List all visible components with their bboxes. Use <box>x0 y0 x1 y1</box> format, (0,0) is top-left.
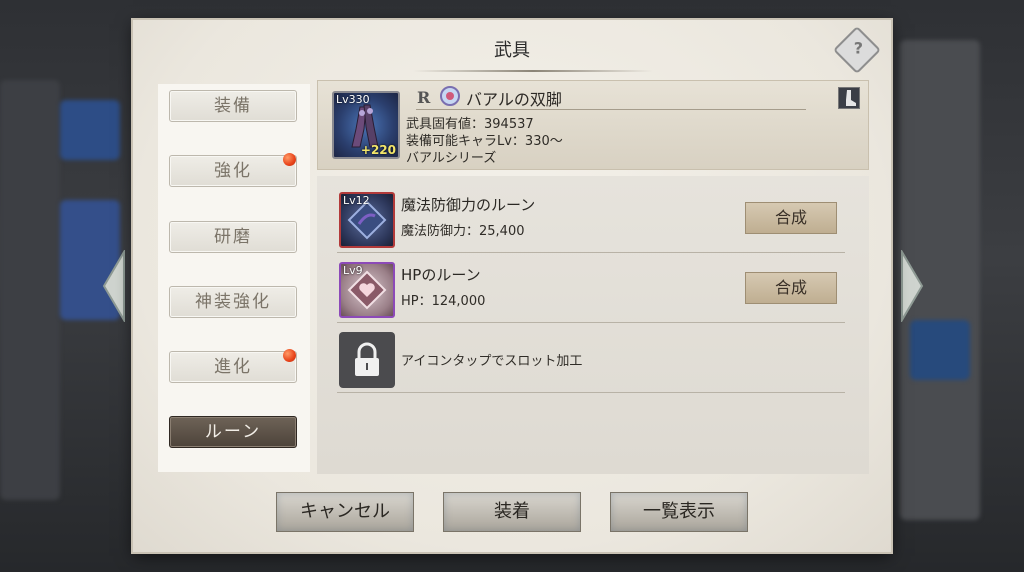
weapon-name: バアルの双脚 <box>466 90 562 109</box>
weapon-dialog: 武具 ? 装備 強化 研磨 神装強化 進化 ルーン Lv330 +220 R バ… <box>133 20 891 552</box>
rune-name: 魔法防御力のルーン <box>401 196 536 214</box>
boot-icon <box>838 87 860 109</box>
tab-divine-enhance[interactable]: 神装強化 <box>169 286 297 318</box>
rarity-label: R <box>417 88 431 107</box>
rune-slot: Lv9 HPのルーン HP：124,000 合成 <box>337 260 845 323</box>
locked-rune-slot[interactable]: アイコンタップでスロット加工 <box>337 330 845 393</box>
tab-rune[interactable]: ルーン <box>169 416 297 448</box>
next-arrow[interactable] <box>900 248 924 324</box>
help-icon: ? <box>853 38 864 58</box>
tab-equip[interactable]: 装備 <box>169 90 297 122</box>
background-card-right <box>910 320 970 380</box>
hp-rune-icon[interactable]: Lv9 <box>339 262 395 318</box>
tab-enhance[interactable]: 強化 <box>169 155 297 187</box>
help-button[interactable]: ? <box>832 25 882 75</box>
cancel-button[interactable]: キャンセル <box>276 492 414 532</box>
locked-slot-hint: アイコンタップでスロット加工 <box>401 354 583 369</box>
magic-defense-rune-icon[interactable]: Lv12 <box>339 192 395 248</box>
rune-stat: HP：124,000 <box>401 294 486 309</box>
rune-stat: 魔法防御力：25,400 <box>401 224 525 239</box>
tab-polish[interactable]: 研磨 <box>169 221 297 253</box>
rune-level: Lv9 <box>343 264 363 277</box>
previous-arrow[interactable] <box>102 248 126 324</box>
weapon-level: Lv330 <box>336 93 370 106</box>
element-orb-icon <box>440 86 460 106</box>
weapon-thumbnail[interactable]: Lv330 +220 <box>332 91 400 159</box>
weapon-series: バアルシリーズ <box>406 151 497 166</box>
list-view-button[interactable]: 一覧表示 <box>610 492 748 532</box>
combine-button[interactable]: 合成 <box>745 272 837 304</box>
dialog-title: 武具 <box>494 40 530 61</box>
weapon-plus: +220 <box>360 143 396 157</box>
background-panel-left <box>0 80 60 500</box>
rune-name: HPのルーン <box>401 266 481 284</box>
combine-button[interactable]: 合成 <box>745 202 837 234</box>
weapon-info-panel: Lv330 +220 R バアルの双脚 武具固有値：394537 装備可能キャラ… <box>317 80 869 170</box>
background-card-left <box>60 100 120 160</box>
equip-button[interactable]: 装着 <box>443 492 581 532</box>
tab-sidebar: 装備 強化 研磨 神装強化 進化 ルーン <box>158 84 310 472</box>
name-divider <box>416 109 806 110</box>
tab-evolve[interactable]: 進化 <box>169 351 297 383</box>
notification-badge <box>283 349 296 362</box>
title-divider <box>413 70 653 72</box>
rune-panel: Lv12 魔法防御力のルーン 魔法防御力：25,400 合成 Lv9 HPのルー… <box>317 176 869 474</box>
rune-slot: Lv12 魔法防御力のルーン 魔法防御力：25,400 合成 <box>337 190 845 253</box>
rune-level: Lv12 <box>343 194 370 207</box>
notification-badge <box>283 153 296 166</box>
lock-icon[interactable] <box>339 332 395 388</box>
